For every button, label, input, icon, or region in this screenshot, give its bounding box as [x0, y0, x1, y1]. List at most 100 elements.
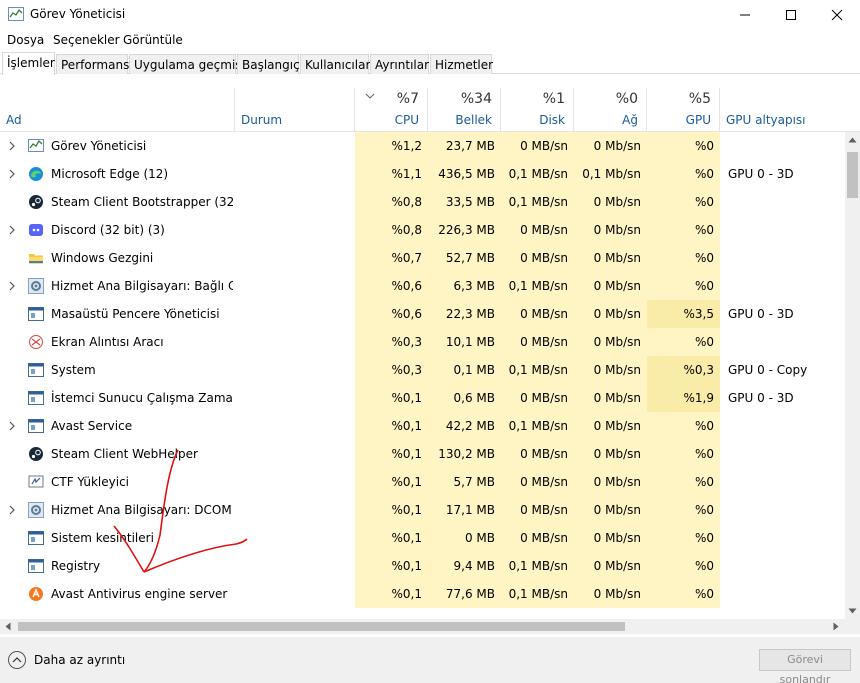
column-gpu[interactable]: %5 GPU — [647, 88, 720, 132]
process-name: İstemci Sunucu Çalışma Zamanı... — [51, 391, 233, 405]
table-row[interactable]: System %0,3 0,1 MB 0,1 MB/sn 0 Mb/sn %0,3 GPU … — [0, 356, 845, 384]
expand-chevron-icon[interactable] — [8, 141, 16, 151]
footer-bar: Daha az ayrıntı Görevi sonlandır — [0, 637, 860, 683]
horizontal-scroll-thumb[interactable] — [18, 622, 625, 631]
menu-options[interactable]: Seçenekler — [53, 33, 120, 47]
column-network[interactable]: %0 Ağ — [574, 88, 647, 132]
taskmgr-icon — [28, 139, 44, 152]
column-memory[interactable]: %34 Bellek — [428, 88, 501, 132]
minimize-button[interactable] — [722, 0, 768, 30]
network-cell: 0 Mb/sn — [574, 580, 647, 608]
table-row[interactable]: Avast Service %0,1 42,2 MB 0,1 MB/sn 0 Mb/sn… — [0, 412, 845, 440]
table-row[interactable]: CTF Yükleyici %0,1 5,7 MB 0 MB/sn 0 Mb/sn %0 — [0, 468, 845, 496]
table-row[interactable]: Steam Client Bootstrapper (32 bit) %0,833… — [0, 188, 845, 216]
memory-cell: 22,3 MB — [428, 300, 501, 328]
vertical-scroll-thumb[interactable] — [847, 152, 858, 198]
minimize-icon — [740, 14, 750, 16]
disk-cell: 0 MB/sn — [501, 384, 574, 412]
expand-chevron-icon[interactable] — [8, 281, 16, 291]
cpu-cell: %0,3 — [355, 328, 428, 356]
scroll-right-icon[interactable] — [833, 622, 839, 631]
title-bar: Görev Yöneticisi — [0, 0, 860, 30]
gpu-engine-cell — [720, 132, 845, 160]
column-gpu-engine[interactable]: GPU altyapısı — [720, 88, 845, 132]
column-status[interactable]: Durum — [235, 88, 355, 132]
gpu-cell: %0 — [647, 328, 720, 356]
table-row[interactable]: Masaüstü Pencere Yöneticisi %0,6 22,3 MB 0 … — [0, 300, 845, 328]
scroll-left-icon[interactable] — [5, 622, 11, 631]
scroll-up-icon[interactable] — [848, 137, 857, 143]
menu-bar: Dosya Seçenekler Görüntüle — [0, 30, 860, 50]
gpu-engine-cell — [720, 328, 845, 356]
process-name: Avast Antivirus engine server — [51, 587, 228, 601]
expand-chevron-icon[interactable] — [8, 421, 16, 431]
gpu-cell: %0,3 — [647, 356, 720, 384]
close-button[interactable] — [814, 0, 860, 30]
gpu-engine-cell — [720, 272, 845, 300]
column-name[interactable]: Ad — [0, 88, 235, 132]
column-network-label: Ağ — [622, 113, 638, 127]
disk-cell: 0 MB/sn — [501, 328, 574, 356]
tab-startup[interactable]: Başlangıç — [237, 54, 300, 74]
disk-total: %1 — [542, 91, 565, 107]
close-icon — [831, 9, 843, 21]
disk-cell: 0,1 MB/sn — [501, 552, 574, 580]
memory-cell: 6,3 MB — [428, 272, 501, 300]
scroll-down-icon[interactable] — [848, 608, 857, 614]
process-name: Hizmet Ana Bilgisayarı: DCOM S... — [51, 503, 233, 517]
expand-chevron-icon[interactable] — [8, 169, 16, 179]
tab-app-history[interactable]: Uygulama geçmişi — [129, 54, 245, 74]
tab-processes[interactable]: İşlemler — [2, 52, 55, 75]
table-row[interactable]: Sistem kesintileri %0,1 0 MB 0 MB/sn 0 Mb/sn… — [0, 524, 845, 552]
memory-cell: 0,6 MB — [428, 384, 501, 412]
gpu-engine-cell: GPU 0 - 3D — [728, 307, 794, 321]
table-row[interactable]: Hizmet Ana Bilgisayarı: DCOM S... %0,117,… — [0, 496, 845, 524]
table-row[interactable]: Windows Gezgini %0,7 52,7 MB 0 MB/sn 0 Mb/sn… — [0, 244, 845, 272]
tab-users[interactable]: Kullanıcılar — [300, 54, 370, 74]
maximize-button[interactable] — [768, 0, 814, 30]
gpu-cell: %0 — [647, 412, 720, 440]
fewer-details-button[interactable]: Daha az ayrıntı — [8, 651, 125, 669]
table-row[interactable]: Registry %0,1 9,4 MB 0,1 MB/sn 0 Mb/sn %0 — [0, 552, 845, 580]
table-row[interactable]: Görev Yöneticisi %1,2 23,7 MB 0 MB/sn 0 Mb/s… — [0, 132, 845, 160]
gpu-cell: %0 — [647, 244, 720, 272]
network-cell: 0,1 Mb/sn — [574, 160, 647, 188]
gpu-engine-cell — [720, 412, 845, 440]
vertical-scrollbar[interactable] — [845, 132, 860, 619]
network-total: %0 — [615, 91, 638, 107]
avast-icon — [29, 587, 43, 601]
service-gear-icon — [28, 278, 44, 294]
ctf-icon — [28, 475, 44, 488]
window-app-icon — [28, 363, 44, 377]
expand-chevron-icon[interactable] — [8, 225, 16, 235]
process-name: Avast Service — [51, 419, 133, 433]
table-row[interactable]: Microsoft Edge (12) %1,1 436,5 MB 0,1 MB/sn… — [0, 160, 845, 188]
tab-services[interactable]: Hizmetler — [430, 54, 493, 74]
gpu-engine-cell — [720, 524, 845, 552]
table-row[interactable]: Avast Antivirus engine server %0,1 77,6 MB… — [0, 580, 845, 608]
end-task-button[interactable]: Görevi sonlandır — [759, 649, 851, 683]
cpu-cell: %0,3 — [355, 356, 428, 384]
tab-bar: İşlemler Performans Uygulama geçmişi Baş… — [0, 52, 860, 75]
table-row[interactable]: Discord (32 bit) (3) %0,8 226,3 MB 0 MB/sn 0… — [0, 216, 845, 244]
window-app-icon — [28, 307, 44, 321]
table-row[interactable]: İstemci Sunucu Çalışma Zamanı... %0,10,6 … — [0, 384, 845, 412]
expand-chevron-icon[interactable] — [8, 505, 16, 515]
column-header: Ad Durum %7 CPU %34 Bellek %1 Disk %0 Ağ… — [0, 88, 860, 132]
disk-cell: 0,1 MB/sn — [501, 160, 574, 188]
cpu-cell: %0,1 — [355, 440, 428, 468]
column-cpu[interactable]: %7 CPU — [355, 88, 428, 132]
collapse-chevron-icon — [8, 651, 26, 669]
process-name: Masaüstü Pencere Yöneticisi — [51, 307, 220, 321]
column-disk[interactable]: %1 Disk — [501, 88, 574, 132]
tab-details[interactable]: Ayrıntılar — [370, 54, 429, 74]
table-row[interactable]: Steam Client WebHelper %0,1 130,2 MB 0 MB/s… — [0, 440, 845, 468]
menu-view[interactable]: Görüntüle — [123, 33, 183, 47]
tab-performance[interactable]: Performans — [56, 54, 129, 74]
table-row[interactable]: Hizmet Ana Bilgisayarı: Bağlı Ci... %0,6 6… — [0, 272, 845, 300]
table-row[interactable]: Ekran Alıntısı Aracı %0,3 10,1 MB 0 MB/sn 0 … — [0, 328, 845, 356]
column-disk-label: Disk — [539, 113, 565, 127]
disk-cell: 0,1 MB/sn — [501, 272, 574, 300]
menu-file[interactable]: Dosya — [7, 33, 44, 47]
horizontal-scrollbar[interactable] — [0, 619, 845, 634]
